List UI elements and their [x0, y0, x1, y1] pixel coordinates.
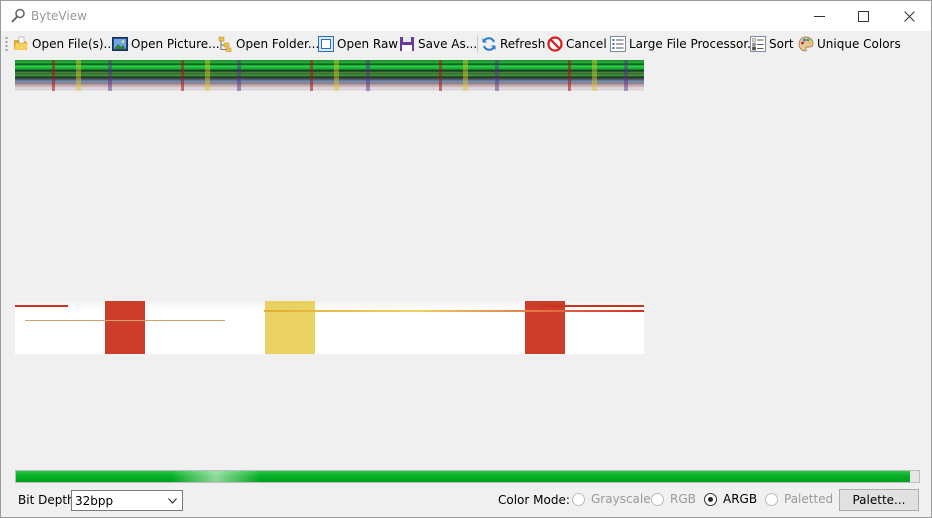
- radio-circle: [765, 492, 778, 506]
- open-picture-label: Open Picture...: [131, 37, 220, 51]
- cancel-button[interactable]: Cancel: [547, 34, 607, 54]
- grayscale-radio-label: Grayscale: [591, 492, 651, 506]
- byte-streak: [264, 310, 644, 312]
- minimize-button[interactable]: [796, 1, 842, 31]
- palette-icon: [798, 36, 814, 52]
- save-as-button[interactable]: Save As...: [399, 34, 477, 54]
- folder-tree-icon: [218, 36, 232, 52]
- open-picture-button[interactable]: Open Picture...: [112, 34, 220, 54]
- refresh-label: Refresh: [500, 37, 546, 51]
- open-files-label: Open File(s)...: [32, 37, 116, 51]
- picture-icon: [112, 37, 128, 51]
- close-button[interactable]: [886, 1, 932, 31]
- progress-bar-fill: [16, 471, 910, 482]
- cancel-icon: [547, 36, 563, 52]
- paletted-radio-label: Paletted: [784, 492, 834, 506]
- raw-frame-icon: [318, 36, 334, 52]
- color-mode-label: Color Mode:: [498, 493, 570, 507]
- palette-button[interactable]: Palette...: [839, 489, 919, 511]
- toolbar-grip-handle[interactable]: [5, 36, 8, 52]
- list-icon: [610, 36, 626, 52]
- minimize-icon: [813, 15, 825, 17]
- refresh-button[interactable]: Refresh: [481, 34, 545, 54]
- radio-circle: [572, 492, 585, 506]
- save-as-label: Save As...: [418, 37, 478, 51]
- toolbar: Open File(s)... Open Picture... Open Fol…: [1, 31, 931, 57]
- large-file-processor-label: Large File Processor...: [629, 37, 759, 51]
- toolbar-separator: [477, 36, 478, 52]
- magnifier-app-icon: [11, 8, 25, 23]
- rgb-radio[interactable]: RGB: [651, 492, 696, 506]
- argb-radio-label: ARGB: [723, 492, 758, 506]
- unique-colors-button[interactable]: Unique Colors: [798, 34, 901, 54]
- paletted-radio[interactable]: Paletted: [765, 492, 833, 506]
- sort-icon: [750, 36, 766, 52]
- open-raw-button[interactable]: Open Raw: [318, 34, 398, 54]
- progress-bar: [15, 470, 920, 483]
- open-raw-label: Open Raw: [337, 37, 399, 51]
- chevron-down-icon: [168, 498, 177, 504]
- sort-button[interactable]: Sort: [750, 34, 794, 54]
- argb-radio[interactable]: ARGB: [704, 492, 757, 506]
- byte-image-canvas-bottom: [15, 301, 644, 354]
- rgb-radio-label: RGB: [670, 492, 696, 506]
- sort-label: Sort: [769, 37, 794, 51]
- bit-depth-select[interactable]: 32bpp: [71, 490, 183, 511]
- grayscale-radio[interactable]: Grayscale: [572, 492, 651, 506]
- window-title: ByteView: [31, 9, 87, 23]
- maximize-button[interactable]: [840, 1, 886, 31]
- bit-depth-label: Bit Depth:: [18, 493, 79, 507]
- open-folder-button[interactable]: Open Folder...: [217, 34, 319, 54]
- close-icon: [903, 10, 915, 22]
- refresh-icon: [482, 37, 496, 51]
- maximize-icon: [857, 10, 869, 22]
- unique-colors-label: Unique Colors: [817, 37, 901, 51]
- open-files-button[interactable]: Open File(s)...: [13, 34, 115, 54]
- byte-streak: [541, 305, 644, 307]
- title-bar[interactable]: ByteView: [1, 1, 931, 31]
- cancel-label: Cancel: [566, 37, 607, 51]
- floppy-disk-icon: [400, 37, 414, 51]
- byte-image-canvas-top: [15, 60, 644, 91]
- bit-depth-value: 32bpp: [75, 493, 114, 508]
- large-file-processor-button[interactable]: Large File Processor...: [610, 34, 759, 54]
- byte-streak: [15, 305, 68, 307]
- radio-circle: [651, 492, 664, 506]
- byte-streak: [25, 320, 225, 321]
- open-folder-label: Open Folder...: [236, 37, 320, 51]
- folder-open-icon: [14, 36, 28, 50]
- radio-circle-selected: [704, 492, 717, 506]
- app-window: ByteView Open File(s)... Open Picture...…: [0, 0, 932, 518]
- bottom-bar: Bit Depth: 32bpp Color Mode: Grayscale R…: [1, 488, 931, 512]
